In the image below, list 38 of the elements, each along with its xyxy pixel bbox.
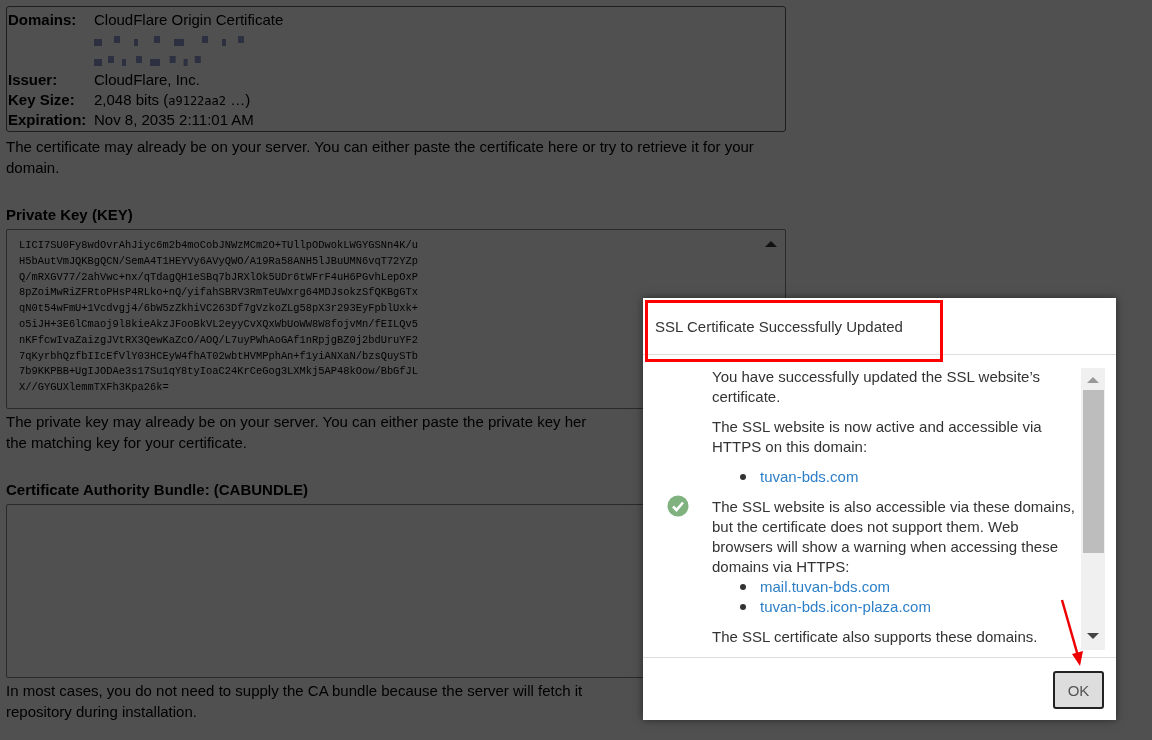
field-label: Issuer:	[8, 70, 59, 88]
message-text: The SSL website is also accessible via these domains, but the certificate does not support them. Web browsers will show a warning when accessing these domains via HTTPS:	[712, 497, 1076, 577]
scroll-down-icon[interactable]	[1087, 632, 1099, 640]
key-line: 7b9KKPBB+UgIJODAe3s17Su1qY8tyIoaC24KrCeGog3LXMkj5AP48kOow/BbGfJL	[19, 364, 419, 380]
domain-link[interactable]: tuvan-bds.com	[760, 467, 859, 487]
message-text: The SSL website is now active and accessible via HTTPS on this domain:	[712, 417, 1043, 457]
arrow-drawing	[1060, 599, 1083, 666]
field-label: Certificate Authority Bundle: (CABUNDLE)	[6, 481, 309, 498]
field-label: Key Size:	[8, 90, 76, 108]
field-label: Expiration:	[8, 110, 88, 128]
key-line: 7qKyrbhQzfbIIcEfVlY03HCEyW4fhAT02wbtHVMPphAn+f1yiANXaN/bzsQuySTb	[19, 348, 419, 364]
help-text: the matching key for your certificate.	[6, 433, 247, 453]
field-value: CloudFlare, Inc.	[94, 70, 200, 88]
domain-link[interactable]: mail.tuvan-bds.com	[760, 577, 891, 597]
scrollbar[interactable]	[1081, 368, 1105, 650]
message-text: The SSL certificate also supports these domains.	[712, 627, 1039, 647]
check-icon	[666, 495, 689, 517]
key-line: H5bAutVmJQKBgQCN/SemA4T1HEYVy6AVyQWO/A19Ra58ANH5lJBuUMN6vqT72YZp	[19, 253, 419, 269]
help-text: The private key may already be on your server. You can either paste the private key her	[6, 412, 587, 432]
field-label: Private Key (KEY)	[6, 206, 134, 223]
help-text: repository during installation.	[6, 702, 197, 722]
message-text: You have successfully updated the SSL website’s certificate.	[712, 367, 1041, 407]
key-line: X//GYGUXlemmTXFh3Kpa26k=	[19, 380, 169, 396]
ok-button[interactable]: OK	[1053, 671, 1104, 709]
dialog-title: SSL Certificate Successfully Updated	[655, 317, 903, 335]
key-line: nKFfcwIvaZaizgJVtRX3QewKaZcO/AOQ/L7uyPWhAoGAf1nRpjgBZ0j2bdUruYF2	[19, 332, 419, 348]
key-line: Q/mRXGV77/2ahVwc+nx/qTdagQH1eSBq7bJRXlOk5UDr6tWFrF4uH6PGvhLepOxP	[19, 269, 419, 285]
field-value: Nov 8, 2035 2:11:01 AM	[94, 110, 254, 128]
key-line: 8pZoiMwRiZFRtoPHsP4RLko+nQ/yifahSBRV3RmTeUWxrg64MDJsokzSfQKBgGTx	[19, 285, 419, 301]
help-text: In most cases, you do not need to supply the CA bundle because the server will fetch it	[6, 681, 583, 701]
help-text: The certificate may already be on your server. You can either paste the certificate here or try to retrieve it for your domain.	[6, 137, 755, 178]
field-label: Domains:	[8, 10, 78, 28]
field-value: CloudFlare Origin Certificate	[94, 10, 284, 28]
field-value: 2,048 bits (a9122aa2 …)	[94, 90, 251, 108]
key-line: LICI7SU0Fy8wdOvrAhJiyc6m2b4moCobJNWzMCm2O+TUllpODwokLWGYGSNn4K/u	[19, 238, 419, 253]
domain-link[interactable]: tuvan-bds.icon-plaza.com	[760, 597, 931, 617]
key-line: o5iJH+3E6lCmaoj9l8kieAkzJFooBkVL2eyyCvXQxWbUoWW8W8fojvMn/fEILQv5	[19, 317, 419, 332]
key-line: qN0t54wFmU+1Vcdvgj4/6bW5zZkhiVC263Df7gVzkoZLg58pX3r293EyFpblUxk+	[19, 301, 419, 317]
